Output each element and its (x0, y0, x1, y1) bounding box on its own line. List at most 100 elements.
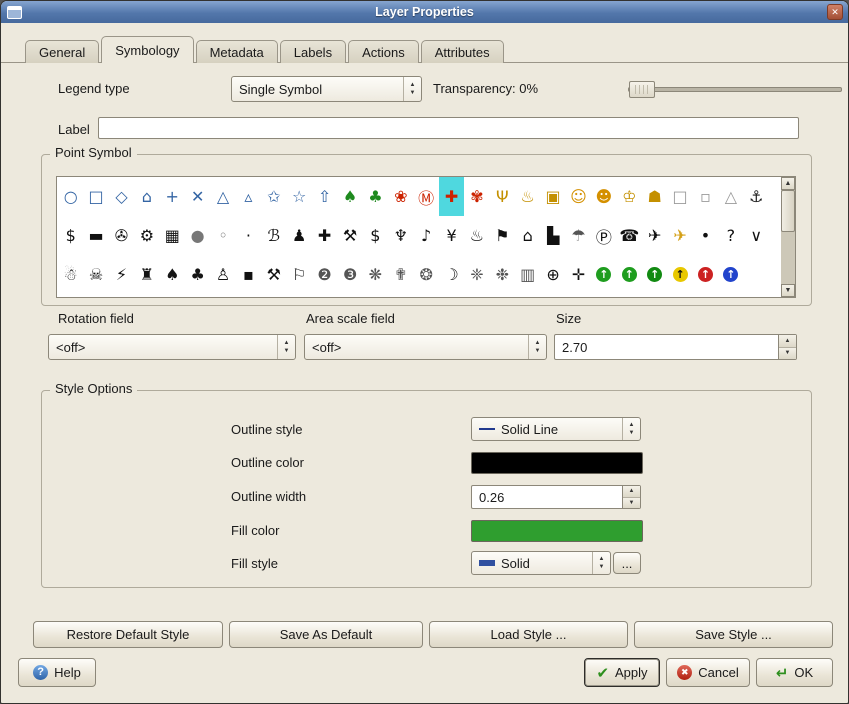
symbol-cell[interactable]: · (236, 216, 261, 255)
help-button[interactable]: ? Help (18, 658, 96, 687)
symbol-cell[interactable]: ⌂ (515, 216, 540, 255)
symbol-cell[interactable]: ♜ (134, 255, 159, 294)
symbol-cell[interactable]: ☎ (617, 216, 642, 255)
symbol-cell[interactable]: ● (185, 216, 210, 255)
symbol-cell[interactable]: ♙ (210, 255, 235, 294)
outline-width-spinbox[interactable]: 0.26 ▲ ▼ (471, 485, 641, 509)
symbol-cell[interactable]: $ (58, 216, 83, 255)
symbol-cell[interactable]: ▬ (83, 216, 108, 255)
save-style-button[interactable]: Save Style ... (634, 621, 833, 648)
symbol-cell[interactable]: ◇ (109, 177, 134, 216)
combo-arrows-icon[interactable]: ▲ ▼ (528, 335, 546, 359)
symbol-cell[interactable]: ❂ (413, 255, 438, 294)
symbol-cell[interactable]: ♨ (515, 177, 540, 216)
symbol-cell[interactable]: ↑ (642, 255, 667, 294)
symbol-cell[interactable]: $ (363, 216, 388, 255)
symbol-cell[interactable]: ♠ (160, 255, 185, 294)
save-as-default-button[interactable]: Save As Default (229, 621, 423, 648)
symbol-cell[interactable]: ♣ (363, 177, 388, 216)
symbol-cell[interactable]: ⚒ (261, 255, 286, 294)
scroll-up-icon[interactable]: ▲ (781, 177, 795, 190)
symbol-cell[interactable]: ✟ (388, 255, 413, 294)
symbol-cell[interactable]: ▪ (236, 255, 261, 294)
symbol-cell[interactable]: ℬ (261, 216, 286, 255)
symbol-cell[interactable]: ☆ (287, 177, 312, 216)
symbol-cell[interactable]: ○ (58, 177, 83, 216)
symbol-cell[interactable]: ▦ (160, 216, 185, 255)
symbol-cell[interactable]: ♪ (413, 216, 438, 255)
tab-labels[interactable]: Labels (280, 40, 346, 63)
slider-groove[interactable] (628, 87, 842, 92)
combo-arrows-icon[interactable]: ▲ ▼ (622, 418, 640, 440)
symbol-cell[interactable]: ☻ (591, 177, 616, 216)
symbol-cell[interactable]: ⚡ (109, 255, 134, 294)
symbol-cell[interactable]: + (160, 177, 185, 216)
symbol-cell[interactable]: ☃ (58, 255, 83, 294)
symbol-cell[interactable]: ∨ (744, 216, 769, 255)
cancel-button[interactable]: ✖ Cancel (666, 658, 750, 687)
spin-up-icon[interactable]: ▲ (623, 486, 640, 498)
fill-style-combo[interactable]: Solid ▲ ▼ (471, 551, 611, 575)
symbol-cell[interactable]: Ⓟ (591, 216, 616, 255)
symbol-cell[interactable]: ↑ (718, 255, 743, 294)
symbol-cell[interactable]: ▫ (693, 177, 718, 216)
symbol-cell[interactable]: ✈ (667, 216, 692, 255)
symbol-cell[interactable]: ☠ (83, 255, 108, 294)
fill-style-more-button[interactable]: ... (613, 552, 641, 574)
symbol-cell[interactable]: ⚙ (134, 216, 159, 255)
size-stepper[interactable]: ▲ ▼ (778, 335, 796, 359)
symbol-cell[interactable]: ❈ (464, 255, 489, 294)
symbol-cell[interactable]: ❸ (337, 255, 362, 294)
slider-handle[interactable] (629, 81, 655, 98)
symbol-cell[interactable]: ↑ (667, 255, 692, 294)
titlebar[interactable]: Layer Properties ✕ (1, 1, 848, 23)
symbol-cell[interactable]: ❀ (388, 177, 413, 216)
spin-down-icon[interactable]: ▼ (623, 498, 640, 509)
symbol-cell[interactable]: ☺ (566, 177, 591, 216)
scroll-down-icon[interactable]: ▼ (781, 284, 795, 297)
symbol-cell[interactable]: ⚐ (287, 255, 312, 294)
symbol-scrollbar[interactable]: ▲ ▼ (781, 177, 795, 297)
symbol-cell[interactable]: ♠ (337, 177, 362, 216)
symbol-cell[interactable]: ✇ (109, 216, 134, 255)
symbol-cell[interactable]: □ (667, 177, 692, 216)
outline-color-swatch[interactable] (471, 452, 643, 474)
size-spinbox[interactable]: 2.70 ▲ ▼ (554, 334, 797, 360)
transparency-slider[interactable] (628, 81, 842, 97)
symbol-cell[interactable]: • (693, 216, 718, 255)
symbol-cell[interactable]: ▣ (540, 177, 565, 216)
tab-general[interactable]: General (25, 40, 99, 63)
label-input[interactable] (98, 117, 799, 139)
rotation-field-combo[interactable]: <off> ▲ ▼ (48, 334, 296, 360)
symbol-cell[interactable]: ♨ (464, 216, 489, 255)
symbol-cell[interactable]: ♔ (617, 177, 642, 216)
symbol-cell[interactable]: ⚒ (337, 216, 362, 255)
symbol-cell[interactable]: ¥ (439, 216, 464, 255)
symbol-cell[interactable]: ✩ (261, 177, 286, 216)
tab-symbology[interactable]: Symbology (101, 36, 193, 63)
fill-color-swatch[interactable] (471, 520, 643, 542)
spin-down-icon[interactable]: ▼ (779, 348, 796, 360)
tab-attributes[interactable]: Attributes (421, 40, 504, 63)
symbol-cell[interactable]: ♆ (388, 216, 413, 255)
outline-width-stepper[interactable]: ▲ ▼ (622, 486, 640, 508)
combo-arrows-icon[interactable]: ▲ ▼ (592, 552, 610, 574)
symbol-cell[interactable]: ▥ (515, 255, 540, 294)
symbol-cell[interactable]: ✛ (566, 255, 591, 294)
symbol-cell[interactable]: Ⓜ (413, 177, 438, 216)
symbol-cell[interactable]: ▙ (540, 216, 565, 255)
symbol-cell[interactable]: △ (210, 177, 235, 216)
symbol-cell[interactable]: ⚓ (744, 177, 769, 216)
scroll-thumb[interactable] (781, 190, 795, 232)
symbol-cell[interactable]: ↑ (617, 255, 642, 294)
tab-actions[interactable]: Actions (348, 40, 419, 63)
spin-up-icon[interactable]: ▲ (779, 335, 796, 348)
apply-button[interactable]: ✔ Apply (584, 658, 660, 687)
symbol-cell[interactable]: ♣ (185, 255, 210, 294)
symbol-cell[interactable]: ⌂ (134, 177, 159, 216)
symbol-cell[interactable]: ✚ (439, 177, 464, 216)
symbol-cell[interactable]: ⇧ (312, 177, 337, 216)
symbol-cell[interactable]: ☗ (642, 177, 667, 216)
symbol-cell[interactable]: ⊕ (540, 255, 565, 294)
symbol-cell[interactable]: ? (718, 216, 743, 255)
